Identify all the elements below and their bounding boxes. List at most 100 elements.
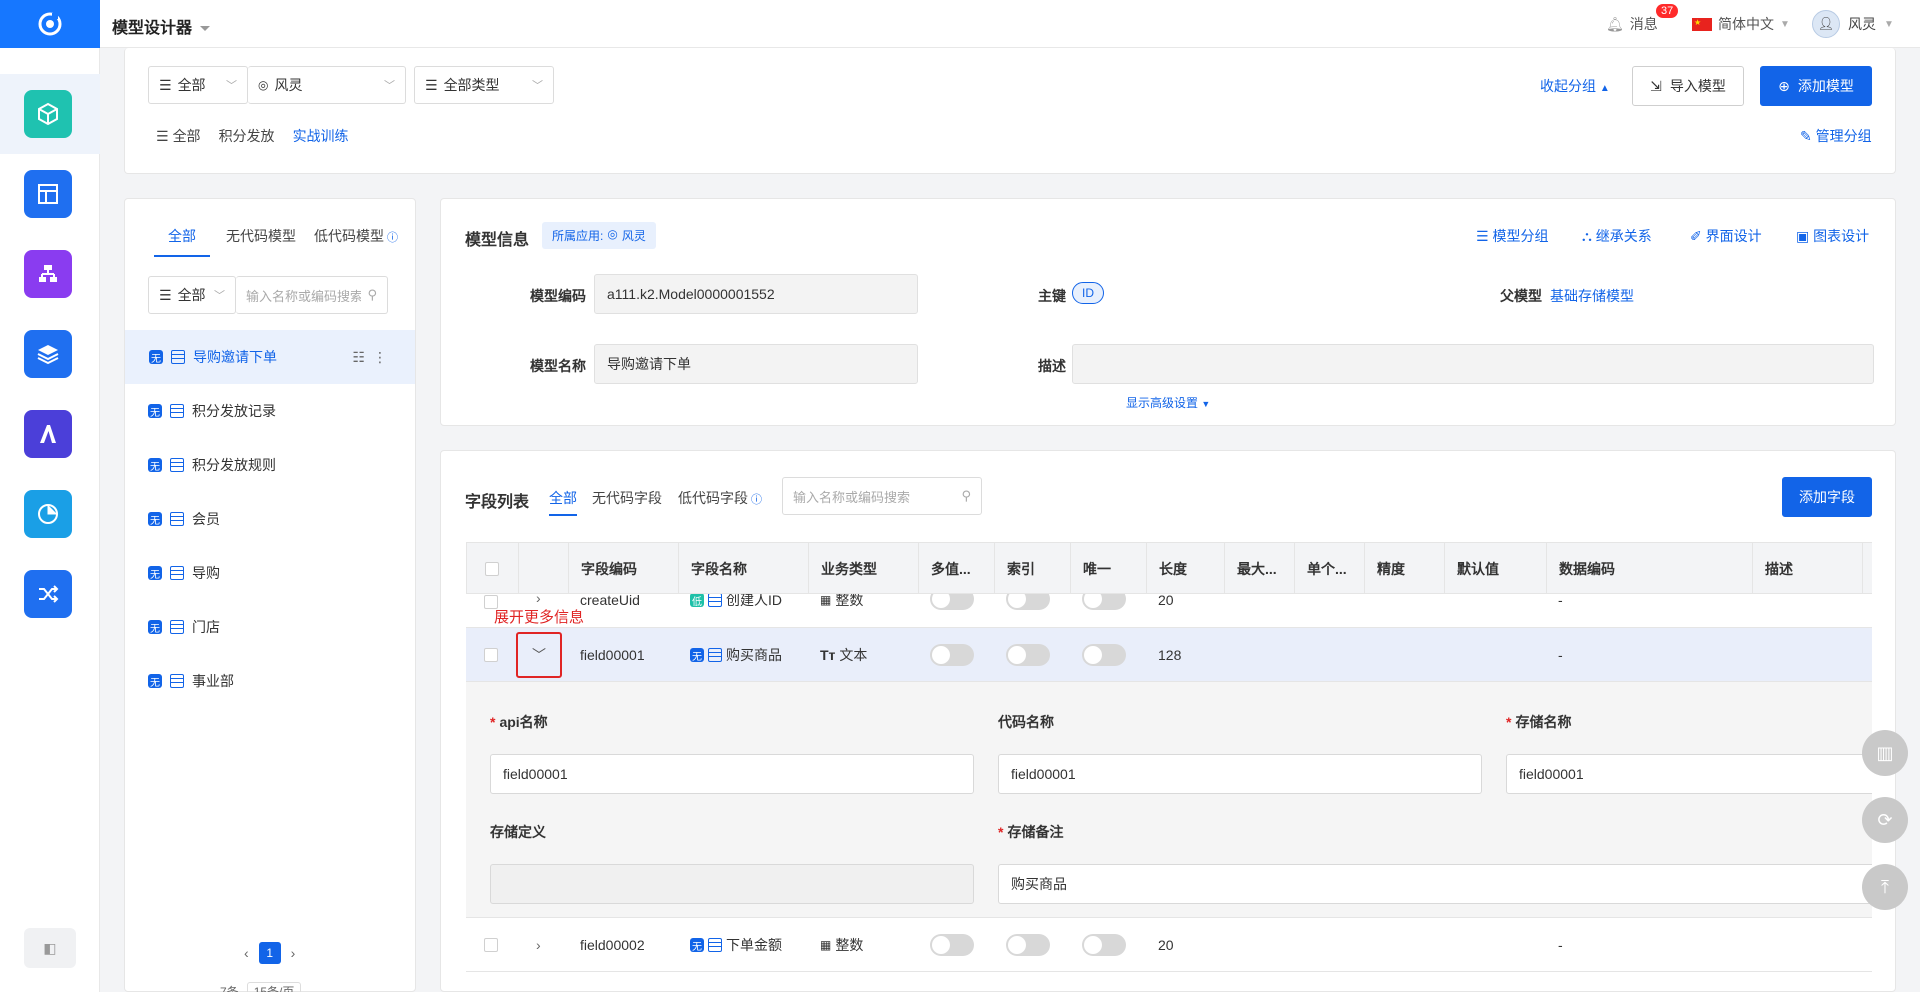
table-row[interactable]: › createUid 低创建人ID ▦整数 20 - 继 [466,594,1872,628]
total-count: 7条 [220,985,239,992]
model-tab-nocode[interactable]: 无代码模型 [226,226,296,246]
owner-select[interactable]: ◎ 风灵 ﹀ [248,66,406,104]
model-tab-lowcode[interactable]: 低代码模型 ⓘ [314,226,398,246]
list-item[interactable]: 无 积分发放记录 [124,384,414,438]
app-title[interactable]: 模型设计器 [112,14,211,38]
add-field-button[interactable]: 添加字段 [1782,477,1872,517]
storage-def-input[interactable] [490,864,974,904]
model-code-field[interactable]: a111.k2.Model0000001552 [594,274,918,314]
select-all-checkbox[interactable] [485,562,499,576]
col-header[interactable]: 业务类型 [809,543,919,595]
ui-design-action[interactable]: ✐ 界面设计 [1690,226,1762,246]
col-header[interactable]: 默认值 [1445,543,1547,595]
unique-toggle[interactable] [1082,644,1126,666]
layout-icon[interactable] [24,170,72,218]
chevron-right-icon[interactable]: › [524,918,541,972]
row-checkbox[interactable] [484,648,498,662]
group-tab-training[interactable]: 实战训练 [293,126,349,146]
group-tab-points[interactable]: 积分发放 [219,126,275,146]
chart-float-button[interactable]: ▥ [1862,730,1908,776]
code-name-input[interactable]: field00001 [998,754,1482,794]
messages-button[interactable]: 🔔︎ 消息 37 [1606,4,1679,34]
table-row[interactable]: › field00002 无 下单金额 ▦整数 20 - 无 [466,918,1872,972]
nocode-badge: 无 [148,404,162,419]
col-header[interactable]: 多值... [919,543,995,595]
type-select[interactable]: ☰ 全部类型 ﹀ [414,66,554,104]
col-header[interactable]: 数据编码 [1547,543,1753,595]
fields-table: 字段编码 字段名称 业务类型 多值... 索引 唯一 长度 最大... 单个..… [466,542,1872,992]
list-item[interactable]: 无 会员 [124,492,414,546]
model-name-field[interactable]: 导购邀请下单 [594,344,918,384]
sidebar-collapse-button[interactable]: ◧ [24,928,76,968]
chart-pie-icon[interactable] [24,490,72,538]
parent-model-link[interactable]: 基础存储模型 [1550,286,1634,306]
list-item[interactable]: 无 门店 [124,600,414,654]
add-model-button[interactable]: ⊕ 添加模型 [1760,66,1872,106]
row-checkbox[interactable] [484,938,498,952]
col-header[interactable]: 精度 [1365,543,1445,595]
api-name-input[interactable]: field00001 [490,754,974,794]
model-cube-icon[interactable] [24,90,72,138]
col-header[interactable]: 最大... [1225,543,1295,595]
multi-value-toggle[interactable] [930,644,974,666]
index-toggle[interactable] [1006,934,1050,956]
refresh-float-button[interactable]: ⟳ [1862,797,1908,843]
app-logo[interactable] [0,0,100,48]
ai-icon[interactable] [24,410,72,458]
description-field[interactable] [1072,344,1874,384]
flow-icon[interactable] [24,250,72,298]
model-filter-select[interactable]: ☰ 全部 ﹀ [148,276,236,314]
col-header[interactable]: 长度 [1147,543,1225,595]
inheritance-action[interactable]: ⛬ 继承关系 [1582,226,1652,246]
chart-design-action[interactable]: ▣ 图表设计 [1796,226,1869,246]
multi-value-toggle[interactable] [930,594,974,610]
col-header[interactable]: 单个... [1295,543,1365,595]
index-toggle[interactable] [1006,644,1050,666]
table-row[interactable]: ﹀ field00001 无 购买商品 Tт文本 128 - 无 [466,628,1872,682]
list-item[interactable]: 无 导购 [124,546,414,600]
col-header[interactable]: 字段名称 [679,543,809,595]
storage-note-input[interactable]: 购买商品 [998,864,1872,904]
field-tab-all[interactable]: 全部 [549,488,577,508]
model-tab-all[interactable]: 全部 [168,226,196,246]
index-toggle[interactable] [1006,594,1050,610]
layers-icon[interactable] [24,330,72,378]
field-length: 128 [1158,647,1182,663]
col-header[interactable]: 唯一 [1071,543,1147,595]
storage-name-input[interactable]: field00001 [1506,754,1872,794]
field-search-input[interactable]: 输入名称或编码搜索 ⚲ [782,477,982,515]
page-number-current[interactable]: 1 [258,942,281,964]
field-tab-lowcode[interactable]: 低代码字段 ⓘ [678,488,762,508]
back-to-top-button[interactable]: ⤒ [1862,864,1908,910]
col-header[interactable]: 来 [1863,543,1872,595]
list-item[interactable]: 无 积分发放规则 [124,438,414,492]
chevron-right-icon[interactable]: › [291,945,296,961]
col-header[interactable]: 字段编码 [569,543,679,595]
calculator-icon: ▦ [820,938,832,952]
user-menu[interactable]: 👤︎ 风灵 ▼ [1812,10,1894,38]
advanced-settings-toggle[interactable]: 显示高级设置 ▼ [1126,394,1210,411]
field-source: 无 [1862,918,1872,972]
settings-sliders-icon[interactable]: ☷ [352,349,365,366]
unique-toggle[interactable] [1082,934,1126,956]
import-model-button[interactable]: ⇲ 导入模型 [1632,66,1744,106]
col-header[interactable]: 描述 [1753,543,1863,595]
more-vertical-icon[interactable]: ⋮ [373,349,387,366]
group-tab-all[interactable]: 全部 [173,126,201,146]
expand-row-button[interactable]: ﹀ [516,632,562,678]
col-header[interactable]: 索引 [995,543,1071,595]
unique-toggle[interactable] [1082,594,1126,610]
manage-groups-link[interactable]: ✎ 管理分组 [1800,126,1872,146]
multi-value-toggle[interactable] [930,934,974,956]
shuffle-icon[interactable] [24,570,72,618]
model-group-action[interactable]: ☰ 模型分组 [1476,226,1548,246]
collapse-groups-link[interactable]: 收起分组 ▲ [1540,76,1610,96]
model-search-input[interactable]: 输入名称或编码搜索 ⚲ [236,276,388,314]
chevron-left-icon[interactable]: ‹ [244,945,249,961]
list-item[interactable]: 无 导购邀请下单 ☷ ⋮ [125,330,415,384]
list-item[interactable]: 无 事业部 [124,654,414,708]
page-size-select[interactable]: 15条/页 [246,982,302,992]
language-select[interactable]: 简体中文 ▼ [1692,14,1790,34]
scope-select[interactable]: ☰ 全部 ﹀ [148,66,248,104]
field-tab-nocode[interactable]: 无代码字段 [592,488,662,508]
